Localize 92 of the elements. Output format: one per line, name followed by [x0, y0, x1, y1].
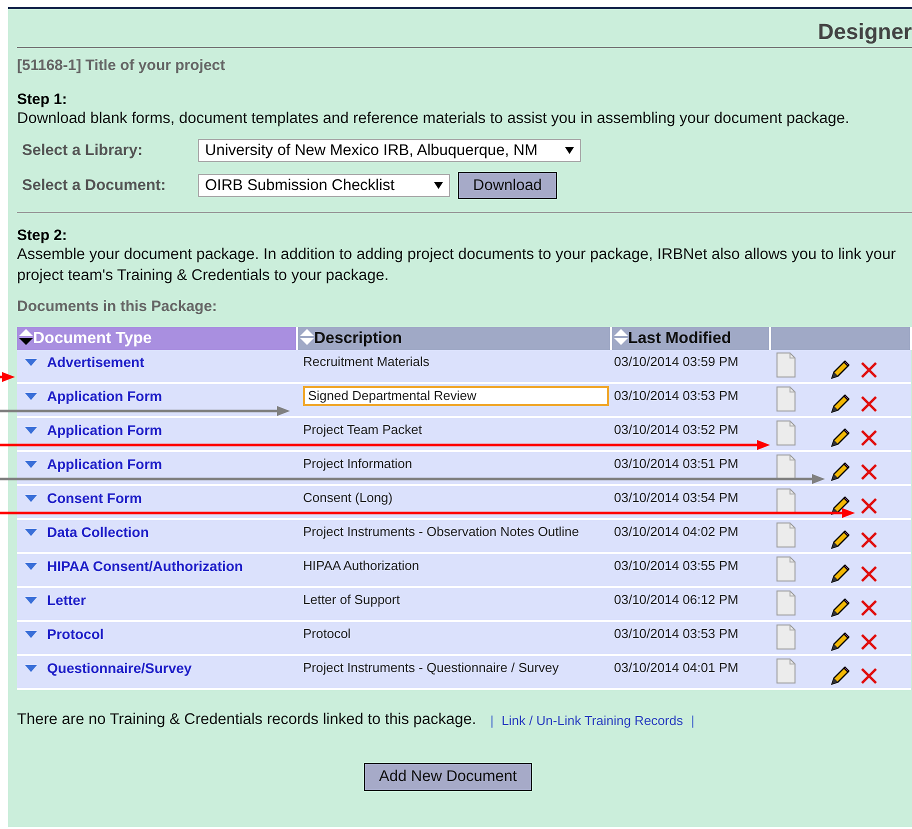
document-type-link[interactable]: Consent Form [47, 490, 142, 506]
delete-icon[interactable] [860, 531, 878, 549]
description-text: Recruitment Materials [303, 354, 430, 369]
expand-icon[interactable] [25, 631, 37, 638]
date-text: 03/10/2014 03:59 PM [614, 354, 738, 369]
file-icon[interactable] [776, 522, 796, 548]
document-type-link[interactable]: Application Form [47, 422, 162, 438]
description-text: Protocol [303, 626, 351, 641]
date-text: 03/10/2014 04:01 PM [614, 660, 738, 675]
date-text: 03/10/2014 03:52 PM [614, 422, 738, 437]
pencil-icon[interactable] [830, 360, 850, 380]
file-icon[interactable] [776, 386, 796, 412]
document-type-link[interactable]: Application Form [47, 456, 162, 472]
delete-icon[interactable] [860, 633, 878, 651]
field-label: Select a Library: [21, 142, 144, 160]
add-document-button[interactable]: Add New Document [364, 763, 532, 791]
delete-icon[interactable] [860, 429, 878, 447]
date-text: 03/10/2014 04:02 PM [614, 524, 738, 539]
column-header[interactable]: Description [297, 327, 611, 350]
date-text: 03/10/2014 03:51 PM [614, 456, 738, 471]
description-text: HIPAA Authorization [303, 558, 420, 573]
pencil-icon[interactable] [830, 666, 850, 686]
caret-icon [565, 147, 574, 154]
expand-icon[interactable] [25, 529, 37, 536]
pencil-icon[interactable] [830, 530, 850, 550]
separator: | [690, 712, 694, 728]
library-select[interactable]: University of New Mexico IRB, Albuquerque, NM [198, 139, 581, 162]
separator: | [490, 712, 494, 728]
document-type-link[interactable]: Application Form [47, 388, 162, 404]
date-text: 03/10/2014 06:12 PM [614, 592, 738, 607]
delete-icon[interactable] [860, 395, 878, 413]
training-note: There are no Training & Credentials records linked to this package. [17, 711, 476, 729]
step-description: Download blank forms, document templates and reference materials to assist you in assembling your document package. [17, 109, 850, 129]
pencil-icon[interactable] [830, 564, 850, 584]
download-button[interactable]: Download [458, 172, 557, 199]
step-heading: Step 1: [17, 91, 68, 108]
description-text: Consent (Long) [303, 490, 393, 505]
date-text: 03/10/2014 03:53 PM [614, 388, 738, 403]
step-description: Assemble your document package. In addition to adding project documents to your package, IRBNet also allows you to link your project team's Training & Credentials to your package. [17, 245, 897, 286]
expand-icon[interactable] [25, 563, 37, 570]
document-type-link[interactable]: Letter [47, 592, 86, 608]
expand-icon[interactable] [25, 495, 37, 502]
step-heading: Step 2: [17, 227, 68, 244]
file-icon[interactable] [776, 488, 796, 514]
expand-icon[interactable] [25, 665, 37, 672]
expand-icon[interactable] [25, 461, 37, 468]
date-text: 03/10/2014 03:53 PM [614, 626, 738, 641]
date-text: 03/10/2014 03:55 PM [614, 558, 738, 573]
file-icon[interactable] [776, 590, 796, 616]
project-title: [51168-1] Title of your project [17, 57, 226, 74]
page-title: Designer [818, 19, 912, 45]
description-text: Project Team Packet [303, 422, 422, 437]
training-link[interactable]: Link / Un-Link Training Records [502, 712, 683, 728]
delete-icon[interactable] [860, 497, 878, 515]
pencil-icon[interactable] [830, 394, 850, 414]
file-icon[interactable] [776, 454, 796, 480]
sort-icon [19, 329, 33, 345]
caret-icon [434, 182, 443, 189]
delete-icon[interactable] [860, 667, 878, 685]
sort-icon [300, 329, 314, 345]
file-icon[interactable] [776, 658, 796, 684]
file-icon[interactable] [776, 352, 796, 378]
file-icon[interactable] [776, 420, 796, 446]
pencil-icon[interactable] [830, 598, 850, 618]
expand-icon[interactable] [25, 427, 37, 434]
delete-icon[interactable] [860, 463, 878, 481]
document-select[interactable]: OIRB Submission Checklist [198, 174, 450, 197]
pencil-icon[interactable] [830, 632, 850, 652]
expand-icon[interactable] [25, 597, 37, 604]
date-text: 03/10/2014 03:54 PM [614, 490, 738, 505]
pencil-icon[interactable] [830, 462, 850, 482]
description-text: Letter of Support [303, 592, 400, 607]
pencil-icon[interactable] [830, 428, 850, 448]
document-type-link[interactable]: Advertisement [47, 354, 144, 370]
description-text: Project Information [303, 456, 412, 471]
document-type-link[interactable]: Protocol [47, 626, 104, 642]
description-text: Project Instruments - Questionnaire / Survey [303, 660, 559, 675]
description-field[interactable]: Signed Departmental Review [303, 386, 609, 406]
field-label: Select a Document: [21, 176, 167, 194]
document-type-link[interactable]: Data Collection [47, 524, 149, 540]
file-icon[interactable] [776, 556, 796, 582]
expand-icon[interactable] [25, 393, 37, 400]
delete-icon[interactable] [860, 599, 878, 617]
section-heading: Documents in this Package: [17, 298, 218, 315]
column-header[interactable]: Last Modified [611, 327, 770, 350]
file-icon[interactable] [776, 624, 796, 650]
delete-icon[interactable] [860, 565, 878, 583]
pencil-icon[interactable] [830, 496, 850, 516]
sort-icon [614, 329, 628, 345]
delete-icon[interactable] [860, 361, 878, 379]
expand-icon[interactable] [25, 359, 37, 366]
description-text: Project Instruments - Observation Notes Outline [303, 524, 580, 539]
